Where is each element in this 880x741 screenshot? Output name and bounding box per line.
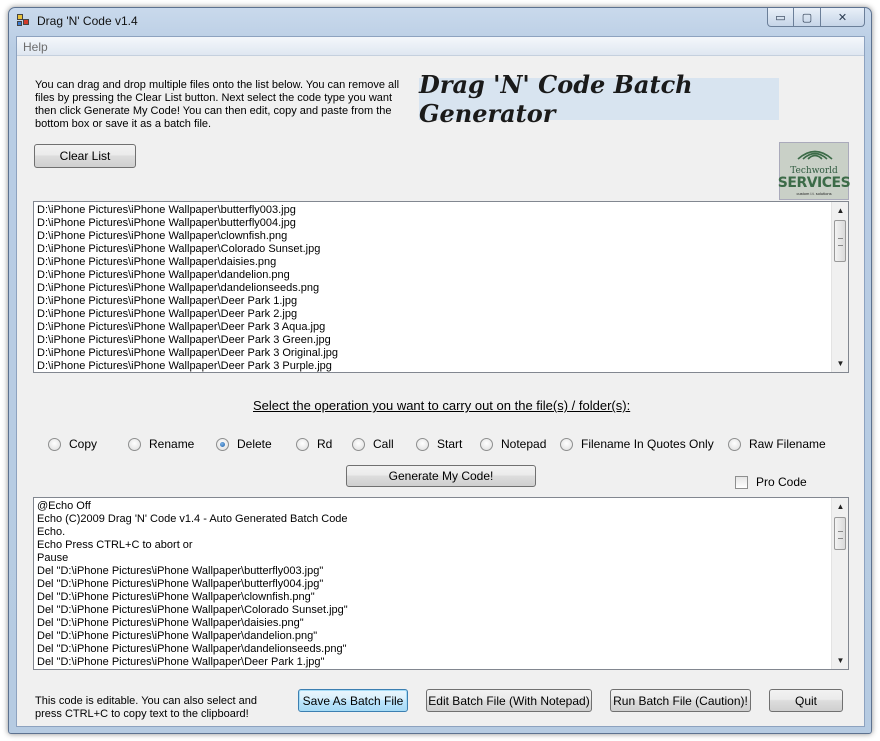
- file-list-items: D:\iPhone Pictures\iPhone Wallpaper\butt…: [37, 204, 830, 372]
- list-item[interactable]: D:\iPhone Pictures\iPhone Wallpaper\Deer…: [37, 360, 830, 372]
- scroll-down-icon[interactable]: ▼: [832, 355, 848, 372]
- radio-circle: [560, 437, 573, 451]
- list-item[interactable]: D:\iPhone Pictures\iPhone Wallpaper\Deer…: [37, 308, 830, 321]
- file-list-scrollbar[interactable]: ▲ ▼: [831, 202, 848, 372]
- edit-batch-button[interactable]: Edit Batch File (With Notepad): [426, 689, 592, 712]
- radio-label: Rd: [317, 437, 333, 451]
- code-line[interactable]: Del "D:\iPhone Pictures\iPhone Wallpaper…: [37, 591, 830, 604]
- list-item[interactable]: D:\iPhone Pictures\iPhone Wallpaper\Colo…: [37, 243, 830, 256]
- menu-bar: Help: [17, 37, 864, 56]
- code-line[interactable]: Echo Press CTRL+C to abort or: [37, 539, 830, 552]
- list-item[interactable]: D:\iPhone Pictures\iPhone Wallpaper\Deer…: [37, 321, 830, 334]
- list-item[interactable]: D:\iPhone Pictures\iPhone Wallpaper\butt…: [37, 204, 830, 217]
- scroll-thumb[interactable]: [834, 517, 846, 550]
- scroll-up-icon[interactable]: ▲: [832, 498, 848, 515]
- radio-label: Start: [437, 437, 463, 451]
- code-line[interactable]: Echo.: [37, 526, 830, 539]
- close-icon: ✕: [837, 11, 848, 24]
- list-item[interactable]: D:\iPhone Pictures\iPhone Wallpaper\Deer…: [37, 295, 830, 308]
- menu-help[interactable]: Help: [23, 40, 48, 54]
- radio-circle: [352, 437, 365, 451]
- code-lines: @Echo Off Echo (C)2009 Drag 'N' Code v1.4…: [37, 500, 830, 669]
- logo-line2: SERVICES: [777, 175, 851, 191]
- list-item[interactable]: D:\iPhone Pictures\iPhone Wallpaper\dand…: [37, 269, 830, 282]
- radio-circle: [480, 437, 493, 451]
- radio-rd[interactable]: Rd: [296, 437, 332, 451]
- pro-code-checkbox[interactable]: Pro Code: [735, 475, 807, 489]
- code-line[interactable]: Del "D:\iPhone Pictures\iPhone Wallpaper…: [37, 656, 830, 669]
- checkbox-box: [735, 475, 748, 489]
- list-item[interactable]: D:\iPhone Pictures\iPhone Wallpaper\clow…: [37, 230, 830, 243]
- logo-line3: custom i.t. solutions: [796, 191, 832, 196]
- radio-circle: [128, 437, 141, 451]
- radio-delete[interactable]: Delete: [216, 437, 272, 451]
- code-line[interactable]: Del "D:\iPhone Pictures\iPhone Wallpaper…: [37, 604, 830, 617]
- scroll-up-icon[interactable]: ▲: [832, 202, 848, 219]
- code-editor[interactable]: @Echo Off Echo (C)2009 Drag 'N' Code v1.4…: [33, 497, 849, 670]
- code-line[interactable]: Del "D:\iPhone Pictures\iPhone Wallpaper…: [37, 630, 830, 643]
- maximize-icon: ▢: [801, 11, 813, 24]
- editable-note: This code is editable. You can also sele…: [35, 695, 257, 720]
- window-title: Drag 'N' Code v1.4: [37, 14, 138, 28]
- radio-start[interactable]: Start: [416, 437, 462, 451]
- radio-raw-filename[interactable]: Raw Filename: [728, 437, 826, 451]
- list-item[interactable]: D:\iPhone Pictures\iPhone Wallpaper\Deer…: [37, 347, 830, 360]
- radio-label: Notepad: [501, 437, 547, 451]
- code-line[interactable]: Del "D:\iPhone Pictures\iPhone Wallpaper…: [37, 617, 830, 630]
- radio-call[interactable]: Call: [352, 437, 394, 451]
- code-line[interactable]: Echo (C)2009 Drag 'N' Code v1.4 - Auto G…: [37, 513, 830, 526]
- minimize-icon: ▭: [775, 11, 786, 24]
- run-batch-button[interactable]: Run Batch File (Caution)!: [610, 689, 751, 712]
- code-line[interactable]: Del "D:\iPhone Pictures\iPhone Wallpaper…: [37, 578, 830, 591]
- list-item[interactable]: D:\iPhone Pictures\iPhone Wallpaper\dais…: [37, 256, 830, 269]
- list-item[interactable]: D:\iPhone Pictures\iPhone Wallpaper\butt…: [37, 217, 830, 230]
- instructions-text: You can drag and drop multiple files ont…: [35, 79, 400, 130]
- radio-label: Call: [373, 437, 394, 451]
- app-icon: [17, 14, 31, 28]
- scroll-down-icon[interactable]: ▼: [832, 652, 848, 669]
- radio-label: Filename In Quotes Only: [581, 437, 714, 451]
- title-bar[interactable]: Drag 'N' Code v1.4 ▭ ▢ ✕: [9, 8, 871, 36]
- signal-arcs-icon: [797, 150, 833, 160]
- file-list[interactable]: D:\iPhone Pictures\iPhone Wallpaper\butt…: [33, 201, 849, 373]
- minimize-button[interactable]: ▭: [767, 8, 794, 27]
- app-window: Drag 'N' Code v1.4 ▭ ▢ ✕ Help You can dr…: [8, 7, 872, 734]
- radio-label: Rename: [149, 437, 195, 451]
- banner-title: Drag 'N' Code Batch Generator: [419, 70, 779, 128]
- list-item[interactable]: D:\iPhone Pictures\iPhone Wallpaper\Deer…: [37, 334, 830, 347]
- code-line[interactable]: Pause: [37, 552, 830, 565]
- pro-code-label: Pro Code: [756, 475, 807, 489]
- radio-circle: [48, 437, 61, 451]
- radio-circle: [728, 437, 741, 451]
- maximize-button[interactable]: ▢: [794, 8, 821, 27]
- code-scrollbar[interactable]: ▲ ▼: [831, 498, 848, 669]
- radio-rename[interactable]: Rename: [128, 437, 194, 451]
- radio-label: Raw Filename: [749, 437, 826, 451]
- client-area: Help You can drag and drop multiple file…: [16, 36, 865, 727]
- list-item[interactable]: D:\iPhone Pictures\iPhone Wallpaper\dand…: [37, 282, 830, 295]
- code-line[interactable]: @Echo Off: [37, 500, 830, 513]
- radio-circle: [216, 437, 229, 451]
- radio-circle: [296, 437, 309, 451]
- radio-circle: [416, 437, 429, 451]
- radio-notepad[interactable]: Notepad: [480, 437, 546, 451]
- scroll-thumb[interactable]: [834, 220, 846, 262]
- radio-filename-in-quotes[interactable]: Filename In Quotes Only: [560, 437, 714, 451]
- generate-code-button[interactable]: Generate My Code!: [346, 465, 536, 487]
- clear-list-button[interactable]: Clear List: [34, 144, 136, 168]
- techworld-logo: Techworld SERVICES custom i.t. solutions: [777, 142, 851, 200]
- close-button[interactable]: ✕: [821, 8, 865, 27]
- operation-label: Select the operation you want to carry o…: [253, 398, 631, 413]
- code-line[interactable]: Del "D:\iPhone Pictures\iPhone Wallpaper…: [37, 565, 830, 578]
- code-line[interactable]: Del "D:\iPhone Pictures\iPhone Wallpaper…: [37, 643, 830, 656]
- window-controls: ▭ ▢ ✕: [767, 8, 865, 28]
- radio-copy[interactable]: Copy: [48, 437, 97, 451]
- radio-label: Copy: [69, 437, 98, 451]
- save-batch-button[interactable]: Save As Batch File: [298, 689, 408, 712]
- radio-label: Delete: [237, 437, 272, 451]
- quit-button[interactable]: Quit: [769, 689, 843, 712]
